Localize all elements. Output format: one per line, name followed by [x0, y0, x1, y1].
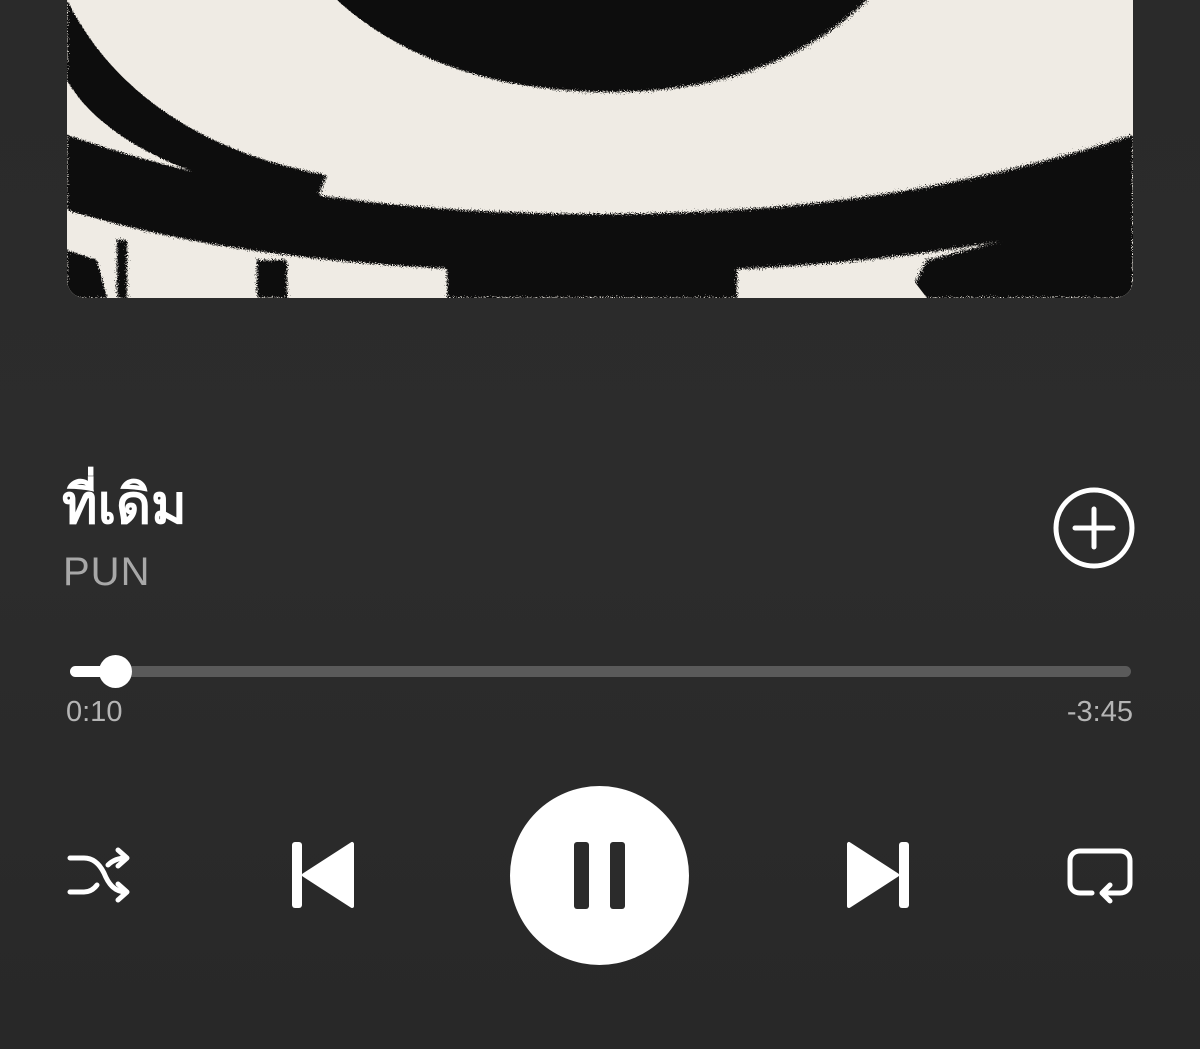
- album-artwork: [67, 0, 1133, 298]
- plus-circle-icon: [1053, 487, 1135, 569]
- progress-bar[interactable]: [70, 655, 1131, 688]
- shuffle-button[interactable]: [64, 843, 138, 909]
- album-artwork-image: [67, 0, 1133, 298]
- shuffle-icon: [67, 847, 130, 903]
- elapsed-time: 0:10: [66, 696, 123, 728]
- track-title: ที่เดิม: [62, 473, 187, 536]
- next-track-button[interactable]: [845, 840, 911, 910]
- track-artist[interactable]: PUN: [63, 548, 150, 596]
- repeat-button[interactable]: [1064, 843, 1136, 909]
- pause-button[interactable]: [510, 786, 689, 965]
- skip-back-icon: [292, 842, 354, 908]
- now-playing-screen: ที่เดิม PUN 0:10 -3:45: [0, 0, 1200, 1049]
- remaining-time: -3:45: [1066, 696, 1133, 728]
- previous-track-button[interactable]: [290, 840, 356, 910]
- repeat-icon: [1067, 848, 1133, 904]
- pause-icon: [574, 842, 625, 909]
- add-to-library-button[interactable]: [1050, 484, 1138, 572]
- skip-forward-icon: [847, 842, 909, 908]
- progress-scrubber[interactable]: [98, 655, 132, 688]
